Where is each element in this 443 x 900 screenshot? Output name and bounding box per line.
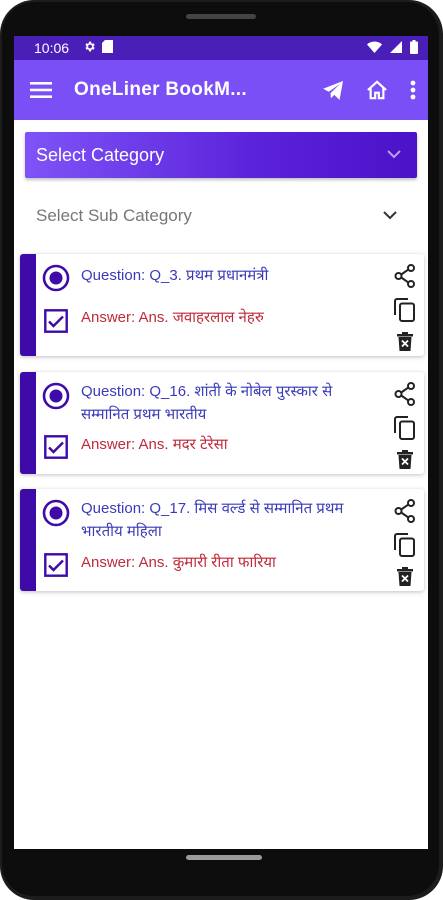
app-screen: 10:06 OneLiner BookM... Select Category … <box>14 36 428 849</box>
chevron-down-icon <box>383 207 397 225</box>
delete-icon[interactable] <box>397 567 413 586</box>
delete-icon[interactable] <box>397 332 413 351</box>
app-title: OneLiner BookM... <box>74 79 247 100</box>
share-icon[interactable] <box>394 499 416 523</box>
status-bar: 10:06 <box>14 36 428 60</box>
radio-selected-icon[interactable] <box>42 499 70 532</box>
question-text: Question: Q_3. प्रथम प्रधानमंत्री <box>81 267 269 284</box>
more-vert-icon[interactable] <box>410 80 416 100</box>
status-time: 10:06 <box>34 40 70 56</box>
copy-icon[interactable] <box>394 416 416 440</box>
phone-speaker <box>186 14 256 19</box>
chevron-down-icon <box>387 146 401 164</box>
radio-selected-icon[interactable] <box>42 264 70 297</box>
radio-selected-icon[interactable] <box>42 382 70 415</box>
sim-icon <box>102 40 114 56</box>
checkbox-checked-icon[interactable] <box>44 309 68 338</box>
delete-icon[interactable] <box>397 450 413 469</box>
answer-text: Answer: Ans. कुमारी रीता फारिया <box>81 554 276 571</box>
menu-icon[interactable] <box>30 82 52 98</box>
signal-icon <box>390 40 402 56</box>
category-select[interactable]: Select Category <box>25 132 417 178</box>
share-icon[interactable] <box>394 382 416 406</box>
subcategory-select-label: Select Sub Category <box>36 206 192 225</box>
card-accent-stripe <box>20 489 36 591</box>
question-text: Question: Q_16. शांती के नोबेल पुरस्कार … <box>81 383 333 423</box>
category-select-label: Select Category <box>36 144 165 165</box>
bookmark-card: Question: Q_17. मिस वर्ल्ड से सम्मानित प… <box>20 489 424 591</box>
bookmark-card: Question: Q_16. शांती के नोबेल पुरस्कार … <box>20 372 424 474</box>
battery-icon <box>410 39 418 57</box>
question-text: Question: Q_17. मिस वर्ल्ड से सम्मानित प… <box>81 500 344 540</box>
share-icon[interactable] <box>394 264 416 288</box>
settings-icon <box>83 40 96 56</box>
checkbox-checked-icon[interactable] <box>44 435 68 464</box>
send-icon[interactable] <box>323 80 344 100</box>
app-bar: OneLiner BookM... <box>14 60 428 120</box>
copy-icon[interactable] <box>394 298 416 322</box>
home-indicator[interactable] <box>186 855 262 860</box>
card-accent-stripe <box>20 372 36 474</box>
bookmark-card: Question: Q_3. प्रथम प्रधानमंत्री Answer… <box>20 254 424 356</box>
answer-text: Answer: Ans. जवाहरलाल नेहरु <box>81 309 264 326</box>
subcategory-select[interactable]: Select Sub Category <box>25 198 417 234</box>
card-accent-stripe <box>20 254 36 356</box>
answer-text: Answer: Ans. मदर टेरेसा <box>81 436 228 453</box>
phone-frame: 10:06 OneLiner BookM... Select Category … <box>0 0 443 900</box>
copy-icon[interactable] <box>394 533 416 557</box>
wifi-icon <box>367 40 382 56</box>
checkbox-checked-icon[interactable] <box>44 553 68 582</box>
home-icon[interactable] <box>366 80 388 100</box>
